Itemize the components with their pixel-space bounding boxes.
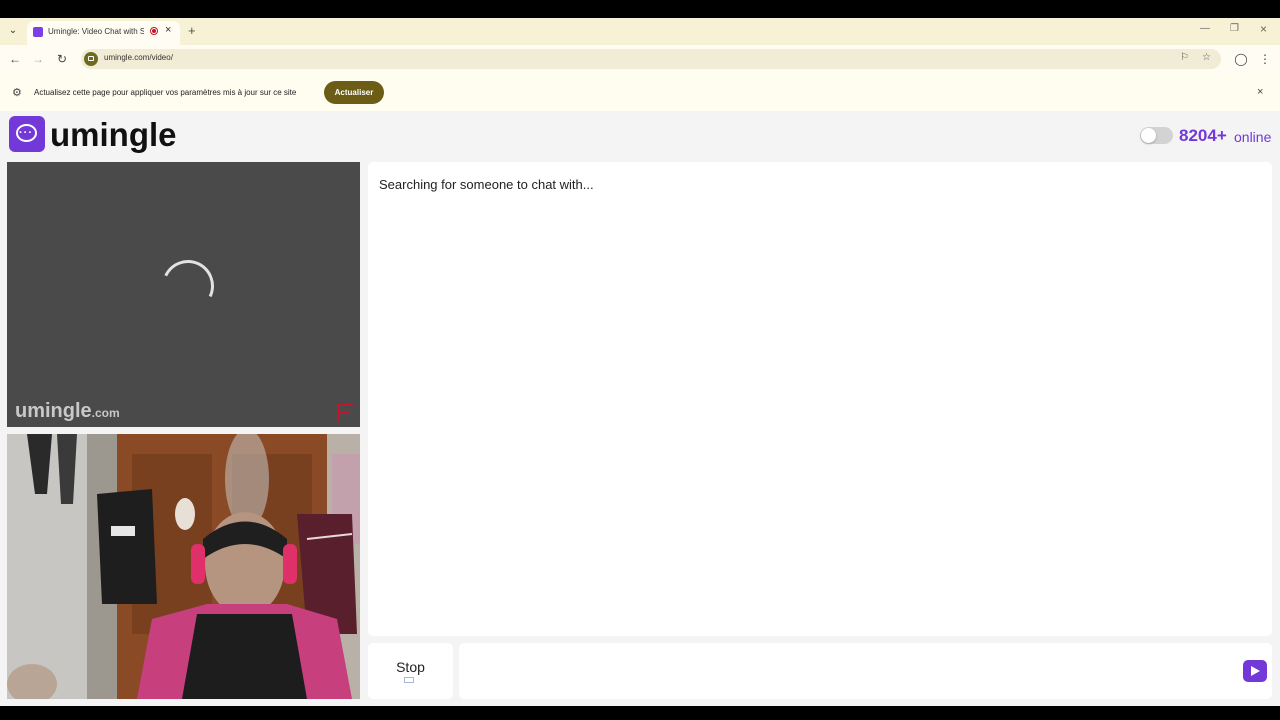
address-bar[interactable]: umingle.com/video/ ⚐ ☆: [81, 49, 1221, 69]
online-count: 8204+: [1179, 126, 1227, 145]
plus-icon[interactable]: +: [188, 23, 196, 38]
back-icon[interactable]: ←: [8, 52, 22, 66]
translate-icon[interactable]: ⚐: [1180, 52, 1189, 63]
settings-icon: ⚙: [12, 87, 22, 99]
browser-tab-strip: ⌄ Umingle: Video Chat with S × + — ❐ ×: [0, 18, 1280, 45]
send-icon[interactable]: [1243, 660, 1267, 682]
stop-label: Stop: [396, 659, 425, 675]
video-watermark: umingle.com: [15, 400, 120, 423]
forward-icon[interactable]: →: [31, 52, 45, 66]
screen-bottom-border: [0, 706, 1280, 720]
stranger-video: umingle.com: [7, 162, 360, 427]
report-flag-icon[interactable]: [337, 404, 354, 421]
favicon-icon: [33, 27, 43, 37]
online-label: online: [1234, 129, 1272, 145]
message-input[interactable]: [469, 657, 1233, 687]
close-window-icon[interactable]: ×: [1260, 22, 1267, 36]
infobar-message: Actualisez cette page pour appliquer vos…: [34, 88, 297, 97]
loading-spinner-icon: [154, 252, 222, 320]
star-icon[interactable]: ☆: [1202, 52, 1211, 63]
keyboard-hint-icon: [404, 677, 414, 683]
theme-toggle[interactable]: [1140, 127, 1173, 144]
message-composer[interactable]: [459, 643, 1272, 699]
watermark-suffix: .com: [91, 406, 120, 420]
minimize-icon[interactable]: —: [1200, 23, 1210, 34]
screen-top-border: [0, 0, 1280, 18]
logo-text[interactable]: umingle: [50, 116, 177, 154]
browser-toolbar: ← → ↻ umingle.com/video/ ⚐ ☆ ◯ ⋮: [0, 45, 1280, 74]
reload-icon[interactable]: ↻: [55, 52, 69, 66]
tab-title: Umingle: Video Chat with S: [48, 27, 144, 36]
close-infobar-icon[interactable]: ×: [1257, 86, 1263, 98]
active-tab[interactable]: Umingle: Video Chat with S ×: [27, 21, 180, 45]
tab-search-icon[interactable]: ⌄: [6, 24, 20, 38]
reload-infobar: ⚙ Actualisez cette page pour appliquer v…: [0, 74, 1280, 112]
recording-icon: [150, 27, 158, 35]
site-info-icon[interactable]: [84, 52, 98, 66]
logo-icon[interactable]: ···: [9, 116, 45, 152]
restore-icon[interactable]: ❐: [1230, 23, 1239, 34]
watermark-main: umingle: [15, 400, 92, 422]
chat-log: Searching for someone to chat with...: [368, 162, 1272, 636]
stop-button[interactable]: Stop: [368, 643, 453, 699]
menu-icon[interactable]: ⋮: [1258, 52, 1272, 66]
url-text[interactable]: umingle.com/video/: [104, 53, 173, 62]
self-camera-feed: [7, 434, 360, 699]
self-video: [7, 434, 360, 699]
dots-icon: ···: [19, 127, 33, 139]
reload-page-button[interactable]: Actualiser: [324, 81, 384, 104]
close-icon[interactable]: ×: [165, 24, 171, 36]
profile-icon[interactable]: ◯: [1234, 52, 1248, 66]
page-content: ··· umingle 8204+ online umingle.com Sea…: [0, 111, 1280, 706]
chat-status-text: Searching for someone to chat with...: [379, 177, 594, 192]
